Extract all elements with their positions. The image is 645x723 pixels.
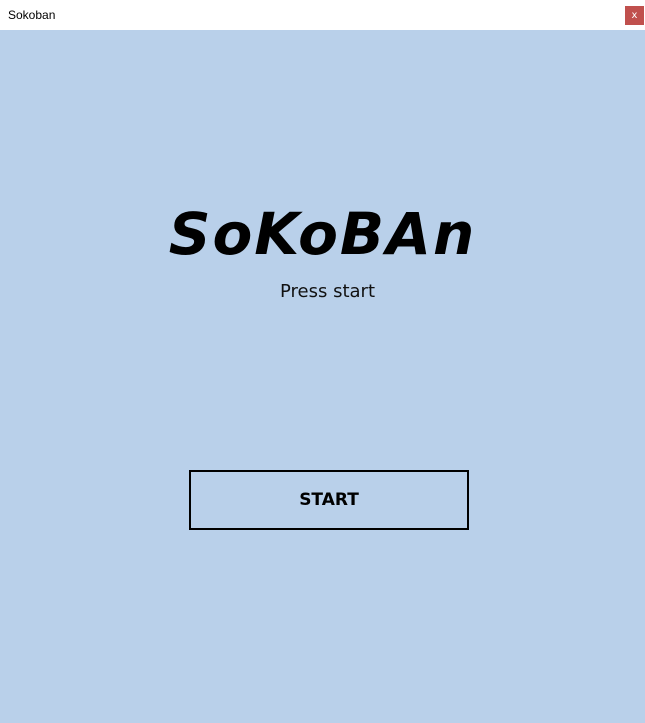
- press-start-label: Press start: [279, 281, 376, 302]
- window-title: Sokoban: [8, 8, 56, 22]
- app-window: Sokoban x SoKoBAn Press start START: [0, 0, 645, 723]
- close-button[interactable]: x: [625, 6, 644, 25]
- title-bar: Sokoban x: [0, 0, 645, 30]
- start-screen: SoKoBAn Press start START: [0, 30, 645, 723]
- game-logo: SoKoBAn: [168, 200, 477, 268]
- start-button[interactable]: START: [189, 470, 469, 530]
